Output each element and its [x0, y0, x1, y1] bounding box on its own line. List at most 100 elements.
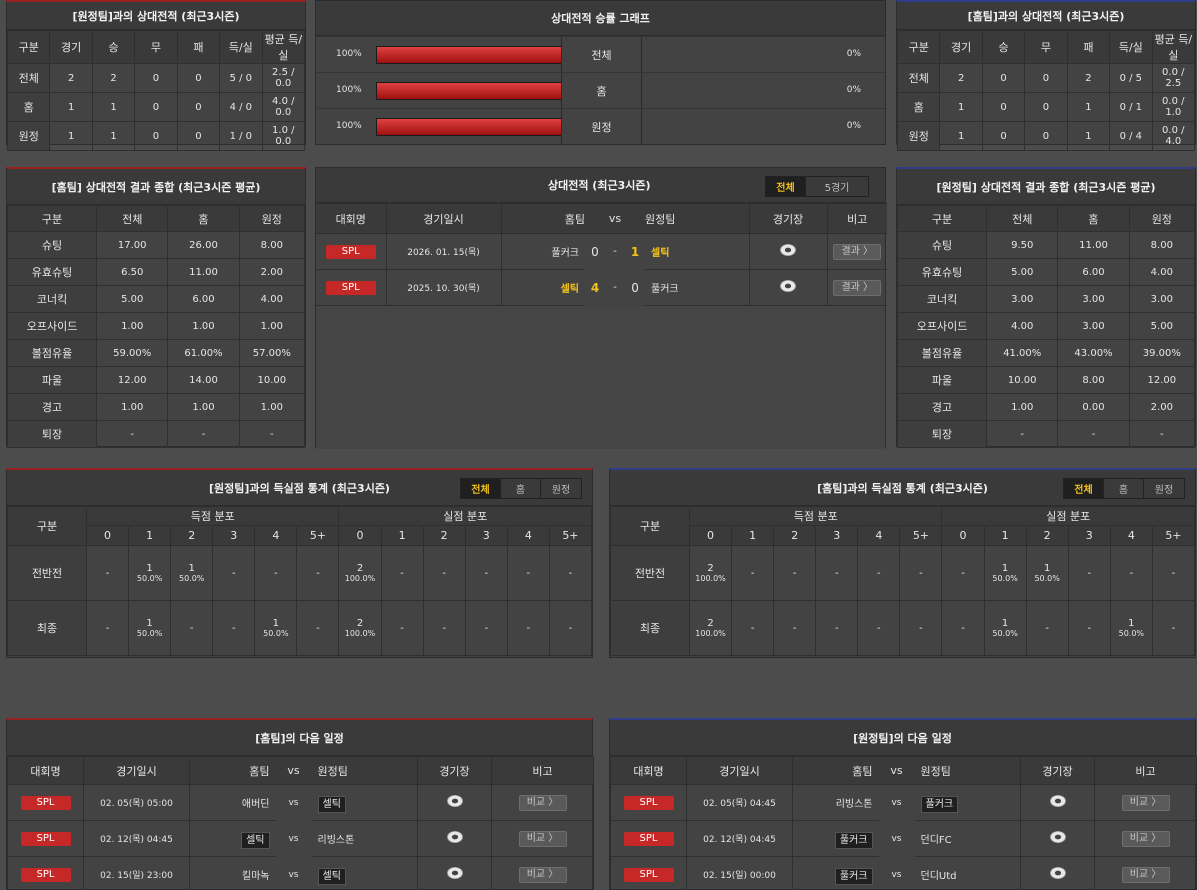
home-team[interactable]: 셀틱 — [500, 269, 585, 306]
col-note: 비고 — [491, 756, 594, 785]
tab-last-5[interactable]: 5경기 — [806, 177, 868, 196]
goal-bucket-header: 3 — [464, 525, 508, 546]
goal-bucket-header: 2 — [422, 525, 466, 546]
table-cell: 1.00 — [238, 393, 306, 421]
stadium-icon[interactable] — [446, 867, 463, 879]
table-row: 파울 10.00 8.00 12.00 — [896, 366, 1196, 394]
tab-away[interactable]: 원정 — [1144, 479, 1184, 498]
row-label: 전반전 — [610, 545, 690, 601]
away-team[interactable]: 셀틱 — [645, 233, 750, 270]
goal-count: - — [1045, 622, 1049, 634]
table-cell: 1.00 — [96, 393, 169, 421]
note-cell: 비교 〉 — [491, 784, 594, 821]
graph-row: 100% 전체 0% — [316, 36, 885, 73]
goal-cell: - — [1025, 600, 1069, 656]
league-badge[interactable]: SPL — [20, 867, 71, 882]
compare-button[interactable]: 비교 〉 — [1121, 794, 1170, 811]
league-badge[interactable]: SPL — [325, 280, 376, 295]
compare-button[interactable]: 비교 〉 — [518, 866, 567, 883]
home-team-name: 셀틱 — [241, 832, 270, 849]
vs-label: vs — [288, 869, 299, 880]
compare-button[interactable]: 비교 〉 — [518, 794, 567, 811]
goal-cell: - — [1067, 545, 1111, 601]
row-label: 유효슈팅 — [6, 258, 98, 286]
table-cell: 0.0 / 4.0 — [1151, 121, 1196, 151]
table-cell: 41.00% — [986, 339, 1059, 367]
league-cell: SPL — [7, 784, 84, 821]
tab-all[interactable]: 전체 — [461, 479, 501, 498]
row-label: 오프사이드 — [6, 312, 98, 340]
home-team[interactable]: 리빙스톤 — [792, 784, 879, 821]
league-badge[interactable]: SPL — [20, 831, 71, 846]
away-team[interactable]: 풀커크 — [914, 784, 1021, 821]
goal-bucket-header: 2 — [170, 525, 214, 546]
away-team[interactable]: 풀커크 — [645, 269, 750, 306]
fixture-row[interactable]: SPL 02. 05(목) 04:45 리빙스톤 vs 풀커크 비교 〉 — [610, 784, 1197, 821]
league-badge[interactable]: SPL — [623, 831, 674, 846]
column-header: 경기 — [49, 30, 93, 64]
home-team[interactable]: 풀커크 — [792, 820, 879, 857]
tab-all[interactable]: 전체 — [1064, 479, 1104, 498]
compare-button[interactable]: 비교 〉 — [518, 830, 567, 847]
table-cell: 4.00 — [986, 312, 1059, 340]
away-team[interactable]: 던디FC — [914, 820, 1021, 857]
match-row[interactable]: SPL 2026. 01. 15(목) 풀커크 0 - 1 셀틱 결과 〉 — [316, 233, 888, 270]
goal-cell: - — [254, 545, 298, 601]
home-team-name: 풀커크 — [834, 868, 873, 885]
away-score: 1 — [630, 244, 640, 259]
stadium-icon[interactable] — [1049, 867, 1066, 879]
away-team[interactable]: 셀틱 — [311, 784, 418, 821]
stadium-cell — [748, 269, 828, 306]
tab-all[interactable]: 전체 — [766, 177, 806, 196]
away-team[interactable]: 던디Utd — [914, 856, 1021, 890]
fixture-row[interactable]: SPL 02. 12(목) 04:45 풀커크 vs 던디FC 비교 〉 — [610, 820, 1197, 857]
home-team[interactable]: 셀틱 — [189, 820, 276, 857]
league-badge[interactable]: SPL — [325, 244, 376, 259]
win-rate-graph: 100% 전체 0% 100% 홈 0% 100% 원정 0% — [316, 36, 885, 145]
goals-for-header: 득점 분포 — [85, 506, 340, 526]
match-row[interactable]: SPL 2025. 10. 30(목) 셀틱 4 - 0 풀커크 결과 〉 — [316, 269, 888, 306]
fixture-row[interactable]: SPL 02. 12(목) 04:45 셀틱 vs 리빙스톤 비교 〉 — [7, 820, 594, 857]
result-button[interactable]: 결과 〉 — [833, 279, 882, 296]
table-cell: 1.00 — [167, 393, 240, 421]
column-header: 구분 — [610, 506, 690, 546]
fixture-row[interactable]: SPL 02. 05(목) 05:00 애버딘 vs 셀틱 비교 〉 — [7, 784, 594, 821]
goal-count: - — [961, 622, 965, 634]
stadium-icon[interactable] — [780, 280, 797, 292]
stadium-icon[interactable] — [446, 831, 463, 843]
away-team-name: 리빙스톤 — [317, 835, 355, 846]
stadium-icon[interactable] — [780, 244, 797, 256]
goal-bucket-header: 5+ — [1151, 525, 1196, 546]
away-team[interactable]: 셀틱 — [311, 856, 418, 890]
stadium-icon[interactable] — [1049, 795, 1066, 807]
goal-bucket-header: 1 — [128, 525, 172, 546]
tab-home[interactable]: 홈 — [501, 479, 541, 498]
stadium-icon[interactable] — [446, 795, 463, 807]
fixtures-table: 대회명 경기일시 홈팀 vs 원정팀 경기장 비고 SPL 02. 05(목) 05:00 애버딘… — [7, 756, 594, 890]
league-badge[interactable]: SPL — [623, 795, 674, 810]
home-team[interactable]: 풀커크 — [500, 233, 585, 270]
note-cell: 결과 〉 — [826, 269, 888, 306]
away-team[interactable]: 리빙스톤 — [311, 820, 418, 857]
table-cell: 3.00 — [1128, 285, 1196, 313]
stadium-icon[interactable] — [1049, 831, 1066, 843]
goal-cell: - — [1151, 545, 1196, 601]
col-date: 경기일시 — [686, 756, 793, 785]
row-label: 슈팅 — [896, 231, 988, 259]
tab-away[interactable]: 원정 — [541, 479, 581, 498]
league-badge[interactable]: SPL — [623, 867, 674, 882]
fixture-row[interactable]: SPL 02. 15(일) 23:00 킬마녹 vs 셀틱 비교 〉 — [7, 856, 594, 890]
away-team-name: 던디Utd — [920, 871, 957, 882]
compare-button[interactable]: 비교 〉 — [1121, 830, 1170, 847]
league-badge[interactable]: SPL — [20, 795, 71, 810]
home-team[interactable]: 풀커크 — [792, 856, 879, 890]
tab-home[interactable]: 홈 — [1104, 479, 1144, 498]
home-team[interactable]: 킬마녹 — [189, 856, 276, 890]
fixture-row[interactable]: SPL 02. 15(일) 00:00 풀커크 vs 던디Utd 비교 〉 — [610, 856, 1197, 890]
compare-button[interactable]: 비교 〉 — [1121, 866, 1170, 883]
table-cell: 2.5 / 0.0 — [261, 63, 306, 93]
home-team[interactable]: 애버딘 — [189, 784, 276, 821]
panel-title: [원정팀] 상대전적 결과 종합 (최근3시즌 평균) — [897, 169, 1195, 205]
table-cell: 0 — [176, 121, 221, 151]
result-button[interactable]: 결과 〉 — [833, 243, 882, 260]
